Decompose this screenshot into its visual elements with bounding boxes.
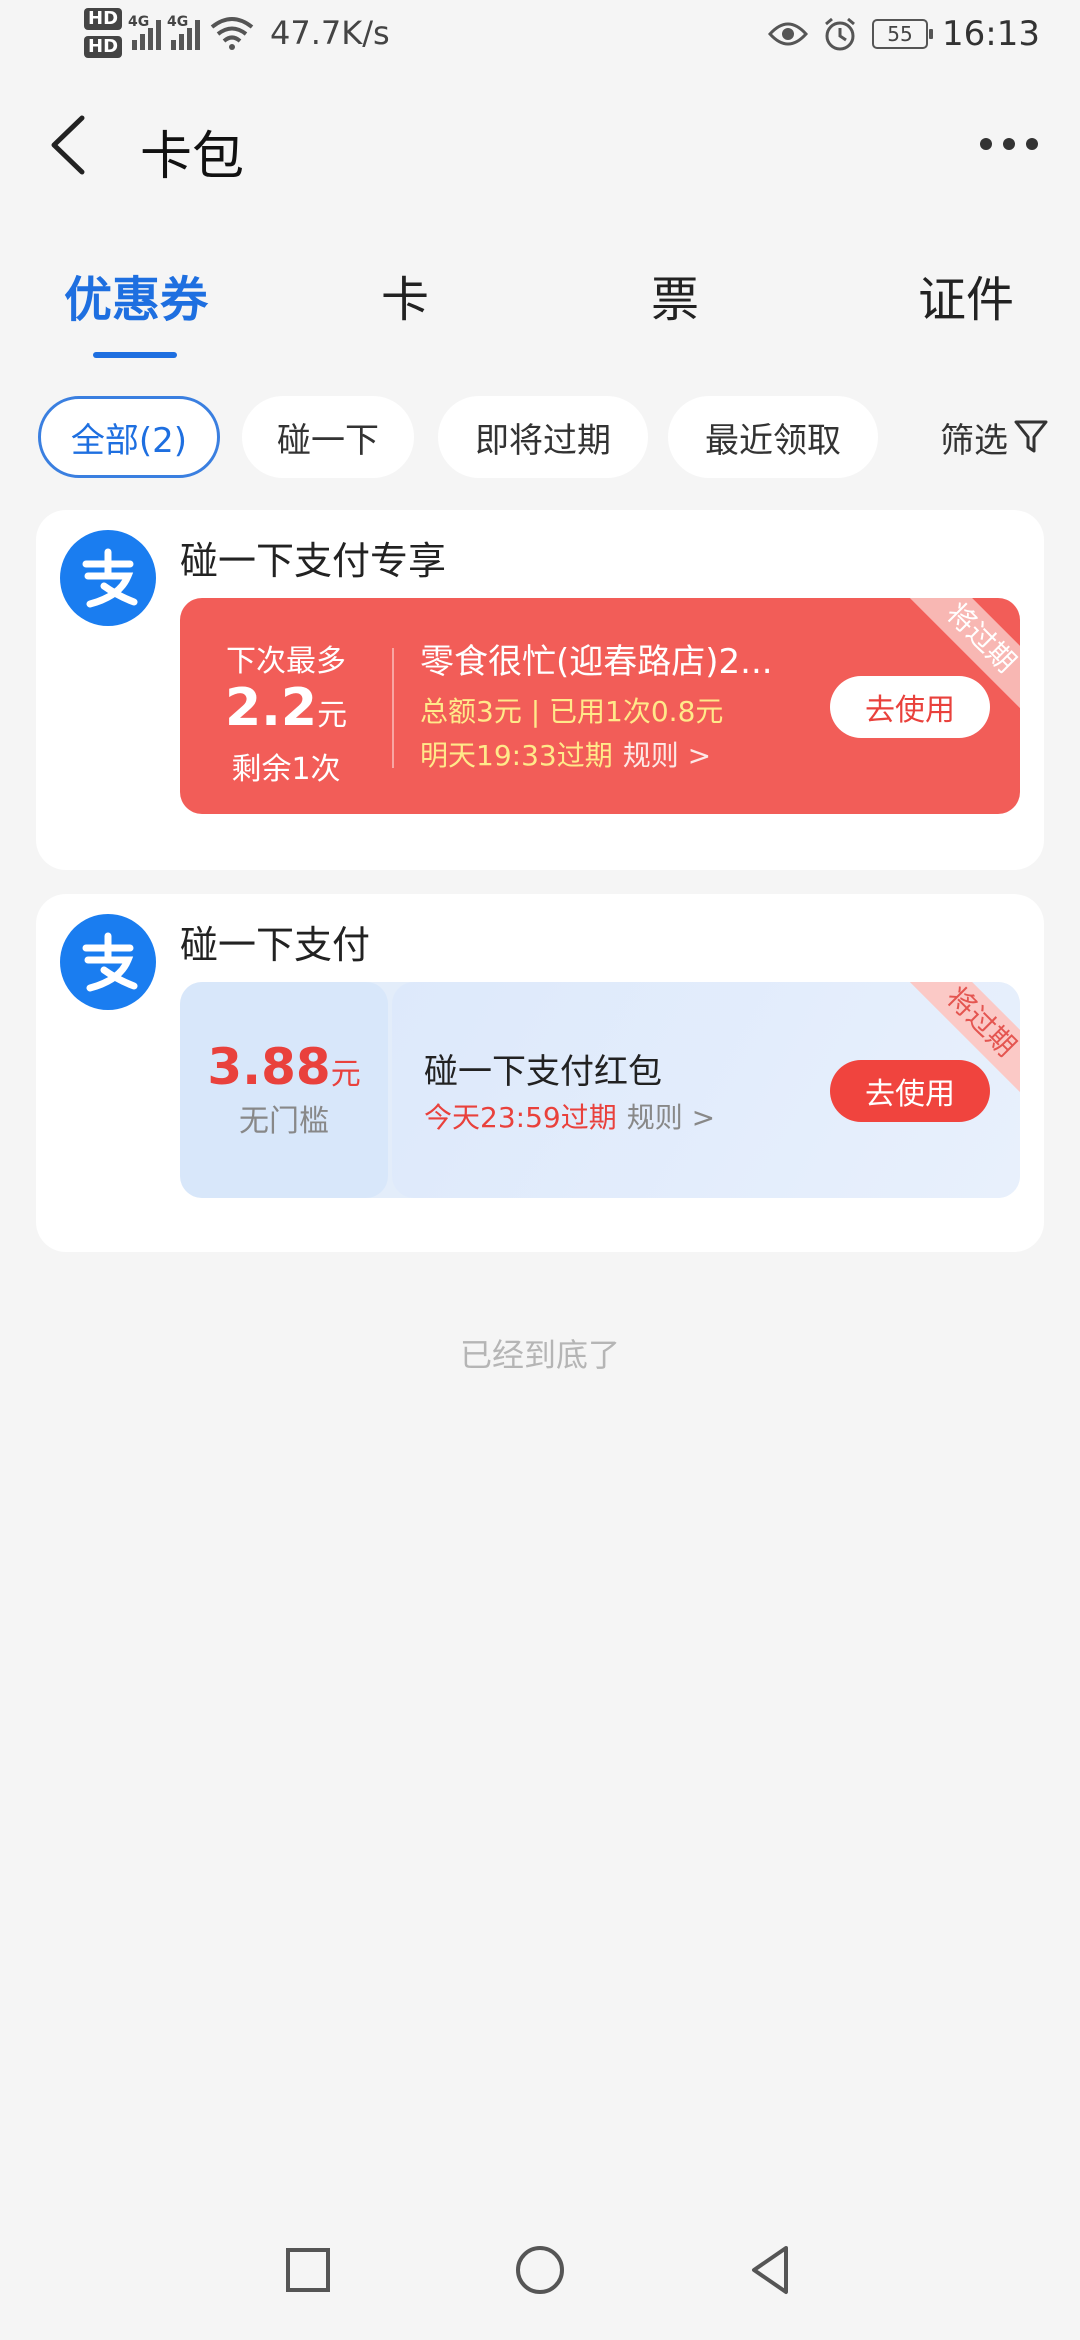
eye-icon xyxy=(768,22,809,46)
coupon-expiry: 明天19:33过期 xyxy=(420,739,613,772)
battery-icon: 55 xyxy=(872,19,934,49)
signal-icon-2: 4G xyxy=(167,14,201,50)
hd-indicators: HD HD xyxy=(84,8,123,58)
system-nav-bar xyxy=(0,2200,1080,2340)
coupon-usage: 总额3元 | 已用1次0.8元 xyxy=(420,695,724,728)
network-type-label-2: 4G xyxy=(167,14,189,30)
coupon-group-card-2: 碰一下支付 3.88元 无门槛 碰一下支付红包 今天23:59过期 规则 > 去使… xyxy=(36,894,1044,1252)
tab-active-indicator xyxy=(93,352,177,358)
network-type-label: 4G xyxy=(128,14,150,30)
coupon-amount-value: 3.88 xyxy=(207,1038,331,1096)
chip-expiring[interactable]: 即将过期 xyxy=(438,396,648,478)
filter-label: 筛选 xyxy=(940,420,1008,461)
alipay-logo-icon xyxy=(60,914,156,1010)
coupon-threshold: 无门槛 xyxy=(239,1104,329,1139)
page-title: 卡包 xyxy=(140,127,245,187)
status-time: 16:13 xyxy=(942,14,1040,54)
back-button[interactable] xyxy=(40,110,100,180)
coupon-amount: 2.2元 xyxy=(180,680,392,744)
chevron-left-icon xyxy=(51,115,85,175)
coupon-amount: 3.88元 xyxy=(180,1038,388,1096)
chip-tap[interactable]: 碰一下 xyxy=(242,396,414,478)
triangle-back-icon xyxy=(752,2246,788,2294)
status-left: HD HD 4G 4G 47.7K/s xyxy=(84,8,390,58)
use-button[interactable]: 去使用 xyxy=(830,1060,990,1122)
coupon-expiry-row: 今天23:59过期 规则 > xyxy=(424,1096,715,1136)
coupon-rule-link[interactable]: 规则 > xyxy=(627,1101,715,1134)
wifi-icon xyxy=(210,17,254,50)
coupon-merchant: 零食很忙(迎春路店)2... xyxy=(420,642,773,682)
alarm-icon xyxy=(825,17,855,51)
nav-bar: 卡包 xyxy=(0,100,1080,190)
hd1-badge: HD xyxy=(84,8,123,30)
chip-all[interactable]: 全部(2) xyxy=(38,396,220,478)
more-button[interactable] xyxy=(974,124,1044,164)
network-speed: 47.7K/s xyxy=(270,14,390,52)
hd2-badge: HD xyxy=(84,36,123,58)
home-button[interactable] xyxy=(510,2240,570,2300)
coupon-amount-area: 下次最多 2.2元 剩余1次 xyxy=(180,598,392,814)
coupon-expiry: 今天23:59过期 xyxy=(424,1101,617,1134)
coupon-amount-unit: 元 xyxy=(317,698,348,733)
status-right: 55 16:13 xyxy=(768,14,1040,54)
coupon-item[interactable]: 3.88元 无门槛 碰一下支付红包 今天23:59过期 规则 > 去使用 将过期 xyxy=(180,982,1020,1198)
end-of-list-text: 已经到底了 xyxy=(459,1336,620,1374)
status-bar: HD HD 4G 4G 47.7K/s 55 16:13 xyxy=(0,0,1080,72)
coupon-expiry-row: 明天19:33过期 规则 > xyxy=(420,734,711,774)
signal-icon: 4G xyxy=(128,14,162,50)
more-dots-icon xyxy=(980,138,1038,150)
use-button[interactable]: 去使用 xyxy=(830,676,990,738)
square-icon xyxy=(286,2248,330,2292)
group-title: 碰一下支付 xyxy=(180,923,371,967)
coupon-line1: 下次最多 xyxy=(226,644,346,679)
coupon-rule-link[interactable]: 规则 > xyxy=(623,739,711,772)
group-title: 碰一下支付专享 xyxy=(180,539,447,583)
tab-tickets[interactable]: 票 xyxy=(640,260,710,330)
chip-recent[interactable]: 最近领取 xyxy=(668,396,878,478)
coupon-divider xyxy=(392,648,394,768)
filter-chips: 全部(2) 碰一下 即将过期 最近领取 筛选 xyxy=(38,396,1048,480)
coupon-name: 碰一下支付红包 xyxy=(424,1052,662,1092)
tab-coupons[interactable]: 优惠券 xyxy=(58,260,214,330)
filter-funnel-icon xyxy=(1014,420,1048,453)
coupon-remaining: 剩余1次 xyxy=(231,752,341,787)
recent-apps-button[interactable] xyxy=(278,2240,338,2300)
back-nav-button[interactable] xyxy=(740,2240,800,2300)
tab-cards[interactable]: 卡 xyxy=(370,260,440,330)
filter-button[interactable]: 筛选 xyxy=(940,396,1048,478)
alipay-logo-icon xyxy=(60,530,156,626)
tab-documents[interactable]: 证件 xyxy=(896,260,1036,330)
coupon-item[interactable]: 下次最多 2.2元 剩余1次 零食很忙(迎春路店)2... 总额3元 | 已用1… xyxy=(180,598,1020,814)
coupon-amount-area: 3.88元 无门槛 xyxy=(180,982,388,1198)
circle-icon xyxy=(516,2246,564,2294)
coupon-amount-value: 2.2 xyxy=(224,678,318,738)
tab-bar: 优惠券 卡 票 证件 xyxy=(0,260,1080,370)
coupon-amount-unit: 元 xyxy=(330,1057,361,1092)
coupon-group-card: 碰一下支付专享 下次最多 2.2元 剩余1次 零食很忙(迎春路店)2... 总额… xyxy=(36,510,1044,870)
